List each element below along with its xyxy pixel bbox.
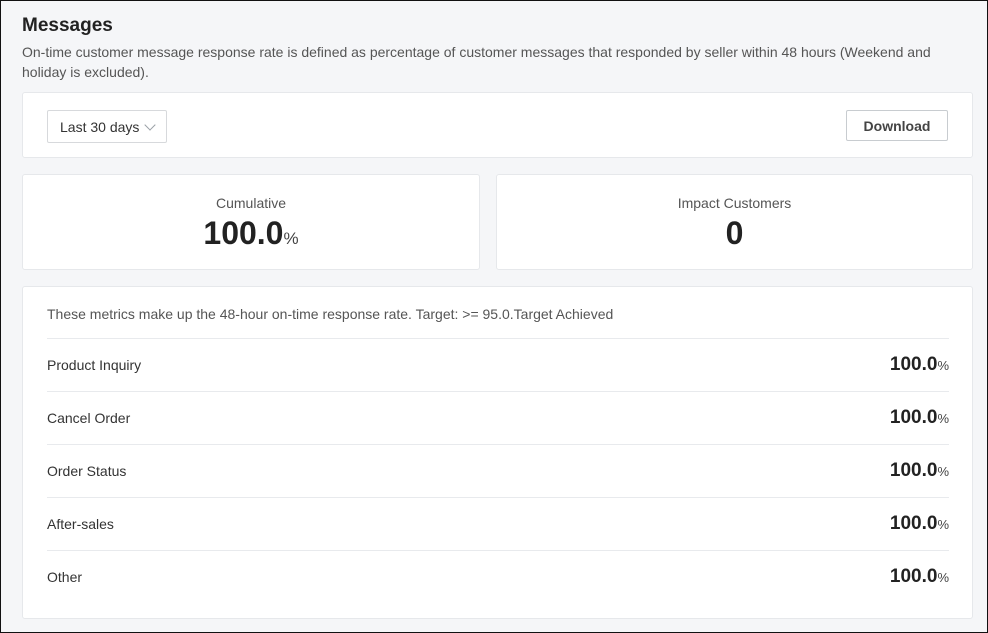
metric-label: Order Status: [47, 463, 127, 479]
metric-row-cancel-order: Cancel Order 100.0%: [47, 391, 949, 444]
cumulative-number: 100.0: [203, 215, 284, 251]
date-range-select[interactable]: Last 30 days: [47, 110, 168, 143]
metric-row-other: Other 100.0%: [47, 550, 949, 603]
metric-row-order-status: Order Status 100.0%: [47, 444, 949, 497]
cumulative-label: Cumulative: [215, 195, 287, 211]
page-header: Messages On-time customer message respon…: [22, 15, 962, 82]
cumulative-unit: %: [283, 229, 299, 248]
metric-number: 100.0: [889, 354, 938, 375]
metrics-list: Product Inquiry 100.0% Cancel Order 100.…: [47, 338, 949, 603]
chevron-down-icon: [144, 118, 157, 131]
metric-value: 100.0%: [890, 460, 949, 482]
metrics-card: These metrics make up the 48-hour on-tim…: [22, 286, 973, 619]
metric-number: 100.0: [889, 513, 938, 534]
page-title: Messages: [22, 15, 113, 36]
impact-customers-value: 0: [725, 215, 744, 251]
download-button[interactable]: Download: [846, 110, 948, 141]
metric-unit: %: [937, 570, 949, 585]
metric-value: 100.0%: [890, 354, 949, 376]
impact-customers-label: Impact Customers: [677, 195, 792, 211]
metric-label: Other: [47, 569, 83, 585]
cumulative-value: 100.0%: [23, 215, 479, 257]
metric-unit: %: [937, 358, 949, 373]
messages-panel: Messages On-time customer message respon…: [0, 0, 988, 633]
metric-unit: %: [937, 517, 949, 532]
impact-customers-stat-card: Impact Customers 0: [496, 174, 973, 270]
metric-row-product-inquiry: Product Inquiry 100.0%: [47, 338, 949, 391]
metric-number: 100.0: [889, 460, 938, 481]
metric-unit: %: [937, 411, 949, 426]
metric-value: 100.0%: [890, 513, 949, 535]
metric-unit: %: [937, 464, 949, 479]
page-description: On-time customer message response rate i…: [22, 44, 931, 80]
metric-value: 100.0%: [890, 566, 949, 588]
metric-label: After-sales: [47, 516, 114, 532]
metrics-note: These metrics make up the 48-hour on-tim…: [47, 306, 614, 322]
metric-number: 100.0: [889, 566, 938, 587]
metric-row-after-sales: After-sales 100.0%: [47, 497, 949, 550]
date-range-label: Last 30 days: [60, 118, 140, 135]
metric-value: 100.0%: [890, 407, 949, 429]
metric-label: Cancel Order: [47, 410, 131, 426]
metric-number: 100.0: [889, 407, 938, 428]
metric-label: Product Inquiry: [47, 357, 142, 373]
cumulative-stat-card: Cumulative 100.0%: [22, 174, 480, 270]
filter-bar: Last 30 days Download: [22, 92, 973, 158]
